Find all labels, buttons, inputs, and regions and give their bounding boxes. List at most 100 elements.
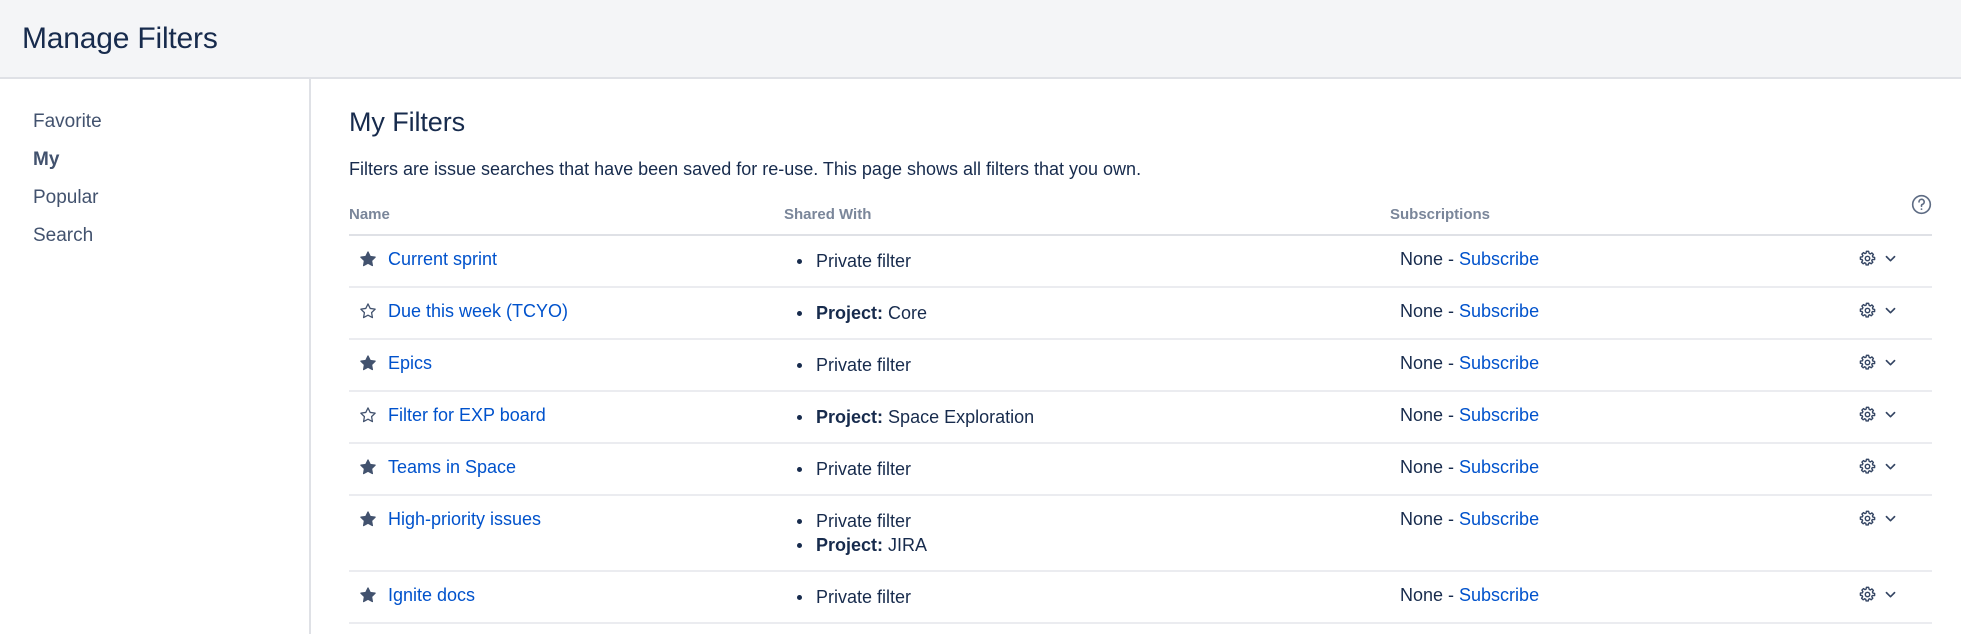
- filter-name-cell: Filter for EXP board: [349, 391, 784, 443]
- table-row: High-priority issues Private filterProjec…: [349, 495, 1932, 571]
- subscriptions-none-label: None: [1400, 249, 1443, 269]
- chevron-down-icon[interactable]: [1883, 250, 1898, 265]
- table-header-row: Name Shared With Subscriptions: [349, 206, 1932, 235]
- subscriptions-none-label: None: [1400, 509, 1443, 529]
- gear-icon[interactable]: [1858, 509, 1877, 528]
- chevron-down-icon[interactable]: [1883, 586, 1898, 601]
- chevron-down-icon[interactable]: [1883, 354, 1898, 369]
- subscriptions-separator: -: [1443, 249, 1459, 269]
- shared-with-list: Private filter: [795, 353, 1390, 377]
- column-header-subscriptions: Subscriptions: [1390, 206, 1708, 235]
- filter-name-link[interactable]: Current sprint: [388, 249, 497, 269]
- subscribe-link[interactable]: Subscribe: [1459, 457, 1539, 477]
- sidebar-item-my[interactable]: My: [0, 141, 309, 179]
- star-filled-icon[interactable]: [359, 586, 377, 604]
- help-circle-icon[interactable]: [1910, 193, 1933, 216]
- table-row: Current sprint Private filter None - Subsc…: [349, 235, 1932, 287]
- filter-name-link[interactable]: High-priority issues: [388, 509, 541, 529]
- star-filled-icon[interactable]: [359, 354, 377, 372]
- star-filled-icon[interactable]: [359, 250, 377, 268]
- subscribe-link[interactable]: Subscribe: [1459, 509, 1539, 529]
- filter-name-cell: Teams in Space: [349, 443, 784, 495]
- table-row: Teams in SpacePrivate filterNone - Subsc…: [349, 443, 1932, 495]
- shared-with-item: Private filter: [795, 353, 1390, 377]
- column-header-actions: [1708, 206, 1932, 235]
- filters-table: Name Shared With Subscriptions Current s…: [349, 206, 1932, 624]
- subscriptions-none-label: None: [1400, 353, 1443, 373]
- subscriptions-cell: None - Subscribe: [1390, 443, 1708, 495]
- main-content: My Filters Filters are issue searches th…: [311, 79, 1961, 634]
- shared-with-list: Project: Core: [795, 301, 1390, 325]
- gear-icon[interactable]: [1858, 301, 1877, 320]
- shared-with-item: Project: JIRA: [795, 533, 1390, 557]
- shared-with-cell: Project: Space Exploration: [784, 391, 1390, 443]
- subscribe-link[interactable]: Subscribe: [1459, 353, 1539, 373]
- subscribe-link[interactable]: Subscribe: [1459, 301, 1539, 321]
- subscriptions-cell: None - Subscribe: [1390, 235, 1708, 287]
- subscriptions-cell: None - Subscribe: [1390, 495, 1708, 571]
- star-outline-icon[interactable]: [359, 406, 377, 424]
- page-header: Manage Filters: [0, 0, 1961, 79]
- shared-with-value: Private filter: [816, 251, 911, 271]
- section-title: My Filters: [349, 105, 1921, 139]
- shared-with-cell: Private filter: [784, 443, 1390, 495]
- sidebar-item-favorite[interactable]: Favorite: [0, 103, 309, 141]
- gear-icon[interactable]: [1858, 353, 1877, 372]
- gear-icon[interactable]: [1858, 457, 1877, 476]
- star-outline-icon[interactable]: [359, 302, 377, 320]
- star-filled-icon[interactable]: [359, 458, 377, 476]
- shared-with-list: Private filter: [795, 585, 1390, 609]
- chevron-down-icon[interactable]: [1883, 458, 1898, 473]
- star-filled-icon[interactable]: [359, 510, 377, 528]
- page-title: Manage Filters: [22, 22, 218, 56]
- filter-name-link[interactable]: Ignite docs: [388, 585, 475, 605]
- subscribe-link[interactable]: Subscribe: [1459, 405, 1539, 425]
- shared-with-item: Private filter: [795, 249, 1390, 273]
- sidebar-item-search[interactable]: Search: [0, 217, 309, 255]
- column-header-name: Name: [349, 206, 784, 235]
- shared-with-cell: Private filter: [784, 339, 1390, 391]
- subscriptions-cell: None - Subscribe: [1390, 339, 1708, 391]
- subscriptions-none-label: None: [1400, 405, 1443, 425]
- subscriptions-separator: -: [1443, 585, 1459, 605]
- sidebar-item-label: Favorite: [33, 111, 102, 132]
- shared-with-value: Private filter: [816, 587, 911, 607]
- subscriptions-none-label: None: [1400, 585, 1443, 605]
- chevron-down-icon[interactable]: [1883, 302, 1898, 317]
- section-description: Filters are issue searches that have bee…: [349, 158, 1921, 180]
- chevron-down-icon[interactable]: [1883, 406, 1898, 421]
- shared-with-label: Project:: [816, 303, 883, 323]
- subscribe-link[interactable]: Subscribe: [1459, 585, 1539, 605]
- filter-name-cell: Current sprint: [349, 235, 784, 287]
- chevron-down-icon[interactable]: [1883, 510, 1898, 525]
- page-body: Favorite MyPopularSearch My Filters Filte…: [0, 79, 1961, 634]
- filter-name-cell: Epics: [349, 339, 784, 391]
- subscriptions-separator: -: [1443, 509, 1459, 529]
- table-row: Epics Private filterNone - Subscribe: [349, 339, 1932, 391]
- filter-name-link[interactable]: Due this week (TCYO): [388, 301, 568, 321]
- shared-with-cell: Private filter: [784, 235, 1390, 287]
- subscriptions-separator: -: [1443, 457, 1459, 477]
- row-actions-cell: [1708, 495, 1932, 571]
- subscribe-link[interactable]: Subscribe: [1459, 249, 1539, 269]
- gear-icon[interactable]: [1858, 249, 1877, 268]
- subscriptions-cell: None - Subscribe: [1390, 287, 1708, 339]
- filter-name-link[interactable]: Filter for EXP board: [388, 405, 546, 425]
- gear-icon[interactable]: [1858, 405, 1877, 424]
- shared-with-value: Space Exploration: [888, 407, 1034, 427]
- subscriptions-none-label: None: [1400, 457, 1443, 477]
- table-row: Filter for EXP board Project: Space Explo…: [349, 391, 1932, 443]
- shared-with-value: Private filter: [816, 511, 911, 531]
- row-actions-cell: [1708, 391, 1932, 443]
- sidebar-nav-list: Favorite MyPopularSearch: [0, 103, 309, 255]
- shared-with-item: Private filter: [795, 585, 1390, 609]
- shared-with-cell: Project: Core: [784, 287, 1390, 339]
- sidebar-item-popular[interactable]: Popular: [0, 179, 309, 217]
- filter-name-link[interactable]: Teams in Space: [388, 457, 516, 477]
- row-actions-cell: [1708, 235, 1932, 287]
- filter-name-cell: Ignite docs: [349, 571, 784, 623]
- shared-with-list: Private filter: [795, 249, 1390, 273]
- filter-name-link[interactable]: Epics: [388, 353, 432, 373]
- gear-icon[interactable]: [1858, 585, 1877, 604]
- sidebar: Favorite MyPopularSearch: [0, 79, 311, 634]
